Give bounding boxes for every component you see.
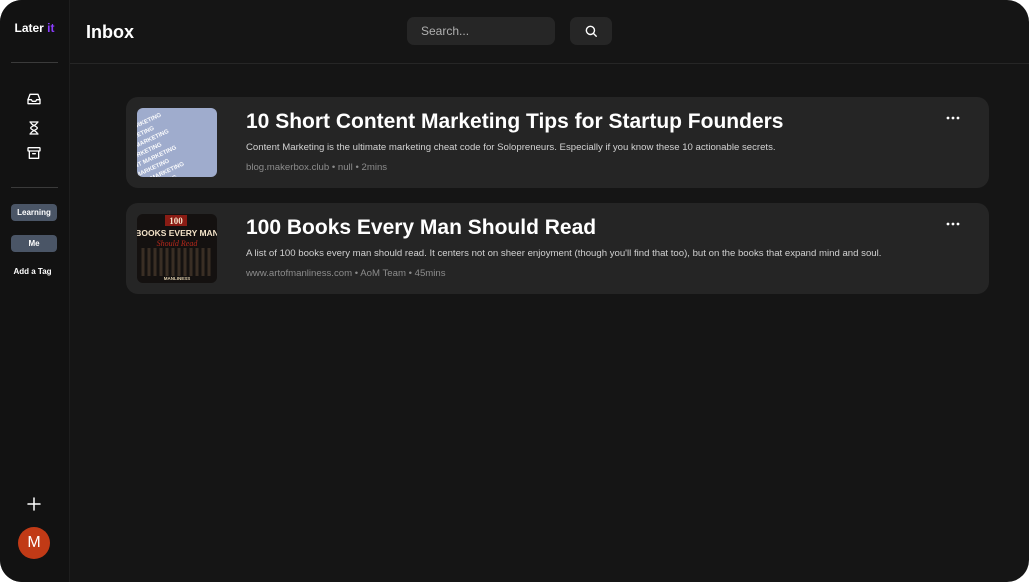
app-window: Later it Learning Me Add a Tag M Inbox S… [0, 0, 1029, 582]
header: Inbox [70, 0, 1029, 64]
article-thumbnail: CONTENT MARKETING CONTENT MARKETING CONT… [137, 108, 217, 177]
avatar[interactable]: M [18, 527, 50, 559]
article-card[interactable]: CONTENT MARKETING CONTENT MARKETING CONT… [126, 97, 989, 188]
thumbnail-footer: MANLINESS [164, 276, 191, 281]
add-tag-link[interactable]: Add a Tag [0, 267, 65, 276]
article-meta: www.artofmanliness.com • AoM Team • 45mi… [246, 268, 446, 279]
article-meta: blog.makerbox.club • null • 2mins [246, 162, 388, 173]
search-icon [584, 24, 598, 38]
search-button[interactable] [570, 17, 612, 45]
hourglass-icon[interactable] [24, 118, 44, 138]
brand-name: Later [14, 21, 44, 35]
article-description: Content Marketing is the ultimate market… [246, 142, 776, 153]
tag-me[interactable]: Me [11, 235, 57, 252]
archive-icon[interactable] [24, 143, 44, 163]
article-title[interactable]: 100 Books Every Man Should Read [246, 216, 596, 240]
plus-icon[interactable] [24, 494, 44, 514]
search-input[interactable] [407, 17, 555, 45]
brand-accent: it [47, 21, 55, 35]
tag-learning[interactable]: Learning [11, 204, 57, 221]
sidebar-divider [11, 62, 58, 63]
brand-logo[interactable]: Later it [0, 21, 69, 35]
sidebar-divider [11, 187, 58, 188]
more-options-icon[interactable] [943, 217, 963, 231]
article-card[interactable]: 100 BOOKS EVERY MAN Should Read MANLINES… [126, 203, 989, 294]
sidebar: Later it Learning Me Add a Tag M [0, 0, 70, 582]
article-description: A list of 100 books every man should rea… [246, 248, 882, 259]
article-title[interactable]: 10 Short Content Marketing Tips for Star… [246, 110, 783, 134]
article-thumbnail: 100 BOOKS EVERY MAN Should Read MANLINES… [137, 214, 217, 283]
more-options-icon[interactable] [943, 111, 963, 125]
thumbnail-number: 100 [169, 216, 183, 226]
inbox-icon[interactable] [24, 89, 44, 109]
thumbnail-subline: Should Read [157, 239, 199, 248]
page-title: Inbox [86, 22, 134, 42]
thumbnail-headline: BOOKS EVERY MAN [137, 228, 217, 238]
